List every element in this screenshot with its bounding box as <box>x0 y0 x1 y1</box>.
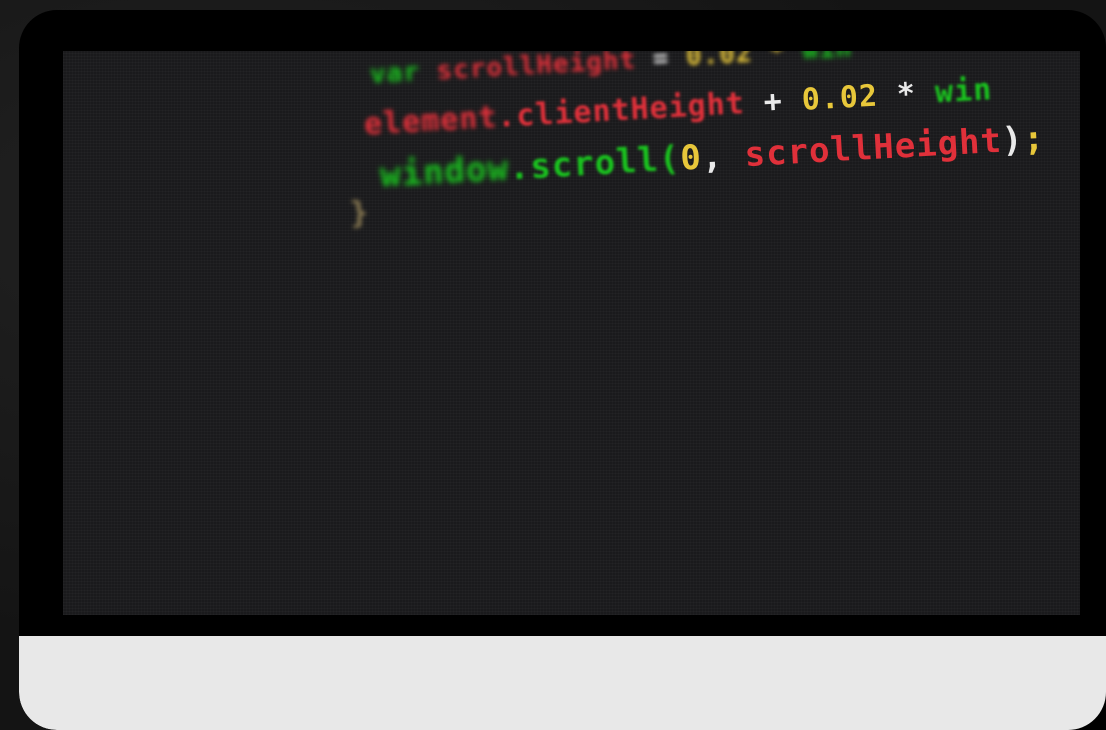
code-token: .scroll( <box>507 138 682 189</box>
monitor-chin <box>19 636 1106 730</box>
code-token: window <box>379 148 510 196</box>
monitor-bezel: var scrollHeight = 0.02 * win element.cl… <box>19 10 1106 730</box>
code-token: scrollHeight <box>743 120 1004 176</box>
code-token: , <box>700 135 746 178</box>
code-token: } <box>349 195 371 232</box>
code-line: } <box>195 160 372 274</box>
code-token: 0 <box>679 137 703 179</box>
code-token: ; <box>1022 118 1046 160</box>
code-screen: var scrollHeight = 0.02 * win element.cl… <box>63 51 1080 615</box>
code-block: var scrollHeight = 0.02 * win element.cl… <box>63 51 1080 614</box>
code-token: ) <box>1000 119 1025 161</box>
